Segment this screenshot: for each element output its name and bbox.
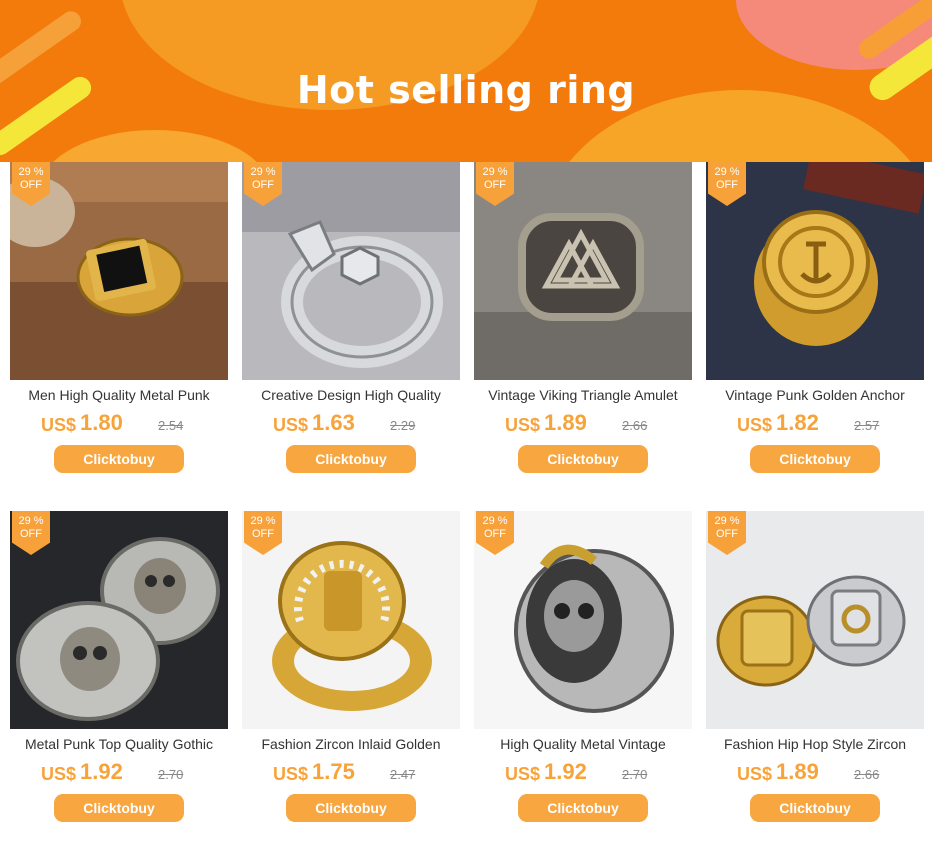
product-card[interactable]: 29 % OFF Vintage Viking Triangle Amulet U…: [474, 162, 692, 473]
currency-label: US$: [737, 415, 773, 435]
price-row: US$ 1.82 2.57: [706, 409, 924, 439]
product-image-wrench-ring[interactable]: 29 % OFF: [242, 162, 460, 380]
original-price: 2.70: [158, 767, 184, 782]
product-name[interactable]: Fashion Hip Hop Style Zircon: [706, 736, 924, 752]
product-image-zircon-rings[interactable]: 29 % OFF: [706, 511, 924, 729]
sale-price: 1.80: [80, 410, 123, 435]
product-image-skull-ring[interactable]: 29 % OFF: [10, 511, 228, 729]
badge-percent: 29 %: [482, 166, 508, 178]
badge-off: OFF: [20, 179, 42, 191]
price-row: US$ 1.89 2.66: [706, 758, 924, 788]
badge-off: OFF: [716, 528, 738, 540]
badge-off: OFF: [20, 528, 42, 540]
currency-label: US$: [273, 764, 309, 784]
product-image-horseshoe-ring[interactable]: 29 % OFF: [242, 511, 460, 729]
click-to-buy-button[interactable]: Clicktobuy: [518, 445, 648, 473]
original-price: 2.47: [390, 767, 416, 782]
original-price: 2.66: [854, 767, 880, 782]
sale-price: 1.89: [544, 410, 587, 435]
click-to-buy-button[interactable]: Clicktobuy: [750, 794, 880, 822]
original-price: 2.29: [390, 418, 416, 433]
original-price: 2.66: [622, 418, 648, 433]
sale-price: 1.75: [312, 759, 355, 784]
banner-title: Hot selling ring: [296, 68, 636, 112]
product-image-golden-anchor-ring[interactable]: 29 % OFF: [706, 162, 924, 380]
price-row: US$ 1.75 2.47: [242, 758, 460, 788]
currency-label: US$: [505, 415, 541, 435]
product-card[interactable]: 29 % OFF Men High Quality Metal Punk US$ …: [10, 162, 228, 473]
sale-price: 1.82: [776, 410, 819, 435]
product-card[interactable]: 29 % OFF High Quality Metal Vintage US$ 1…: [474, 511, 692, 822]
original-price: 2.70: [622, 767, 648, 782]
currency-label: US$: [505, 764, 541, 784]
price-row: US$ 1.80 2.54: [10, 409, 228, 439]
badge-off: OFF: [252, 179, 274, 191]
sale-price: 1.92: [80, 759, 123, 784]
product-card[interactable]: 29 % OFF Creative Design High Quality US$…: [242, 162, 460, 473]
badge-percent: 29 %: [482, 515, 508, 527]
click-to-buy-button[interactable]: Clicktobuy: [286, 794, 416, 822]
product-name[interactable]: Vintage Viking Triangle Amulet: [474, 387, 692, 403]
badge-percent: 29 %: [250, 166, 276, 178]
product-name[interactable]: High Quality Metal Vintage: [474, 736, 692, 752]
click-to-buy-button[interactable]: Clicktobuy: [54, 794, 184, 822]
currency-label: US$: [41, 764, 77, 784]
product-card[interactable]: 29 % OFF Fashion Zircon Inlaid Golden US$…: [242, 511, 460, 822]
badge-percent: 29 %: [18, 166, 44, 178]
currency-label: US$: [41, 415, 77, 435]
price-row: US$ 1.89 2.66: [474, 409, 692, 439]
product-image-viking-triangle-ring[interactable]: 29 % OFF: [474, 162, 692, 380]
badge-percent: 29 %: [250, 515, 276, 527]
click-to-buy-button[interactable]: Clicktobuy: [286, 445, 416, 473]
price-row: US$ 1.92 2.70: [10, 758, 228, 788]
click-to-buy-button[interactable]: Clicktobuy: [750, 445, 880, 473]
price-row: US$ 1.63 2.29: [242, 409, 460, 439]
badge-percent: 29 %: [714, 166, 740, 178]
hero-banner: Hot selling ring: [0, 0, 932, 162]
currency-label: US$: [737, 764, 773, 784]
click-to-buy-button[interactable]: Clicktobuy: [54, 445, 184, 473]
product-name[interactable]: Fashion Zircon Inlaid Golden: [242, 736, 460, 752]
product-card[interactable]: 29 % OFF Fashion Hip Hop Style Zircon US$…: [706, 511, 924, 822]
product-name[interactable]: Creative Design High Quality: [242, 387, 460, 403]
original-price: 2.57: [854, 418, 880, 433]
product-card[interactable]: 29 % OFF Vintage Punk Golden Anchor US$ 1…: [706, 162, 924, 473]
price-row: US$ 1.92 2.70: [474, 758, 692, 788]
product-name[interactable]: Metal Punk Top Quality Gothic: [10, 736, 228, 752]
product-card[interactable]: 29 % OFF Metal Punk Top Quality Gothic US…: [10, 511, 228, 822]
currency-label: US$: [273, 415, 309, 435]
product-name[interactable]: Men High Quality Metal Punk: [10, 387, 228, 403]
product-image-gold-black-ring[interactable]: 29 % OFF: [10, 162, 228, 380]
sale-price: 1.63: [312, 410, 355, 435]
sale-price: 1.92: [544, 759, 587, 784]
sale-price: 1.89: [776, 759, 819, 784]
original-price: 2.54: [158, 418, 184, 433]
badge-percent: 29 %: [18, 515, 44, 527]
banner-decor-blob: [40, 130, 270, 162]
product-name[interactable]: Vintage Punk Golden Anchor: [706, 387, 924, 403]
badge-off: OFF: [252, 528, 274, 540]
badge-off: OFF: [716, 179, 738, 191]
product-image-vintage-skull-ring[interactable]: 29 % OFF: [474, 511, 692, 729]
badge-off: OFF: [484, 528, 506, 540]
badge-off: OFF: [484, 179, 506, 191]
click-to-buy-button[interactable]: Clicktobuy: [518, 794, 648, 822]
badge-percent: 29 %: [714, 515, 740, 527]
